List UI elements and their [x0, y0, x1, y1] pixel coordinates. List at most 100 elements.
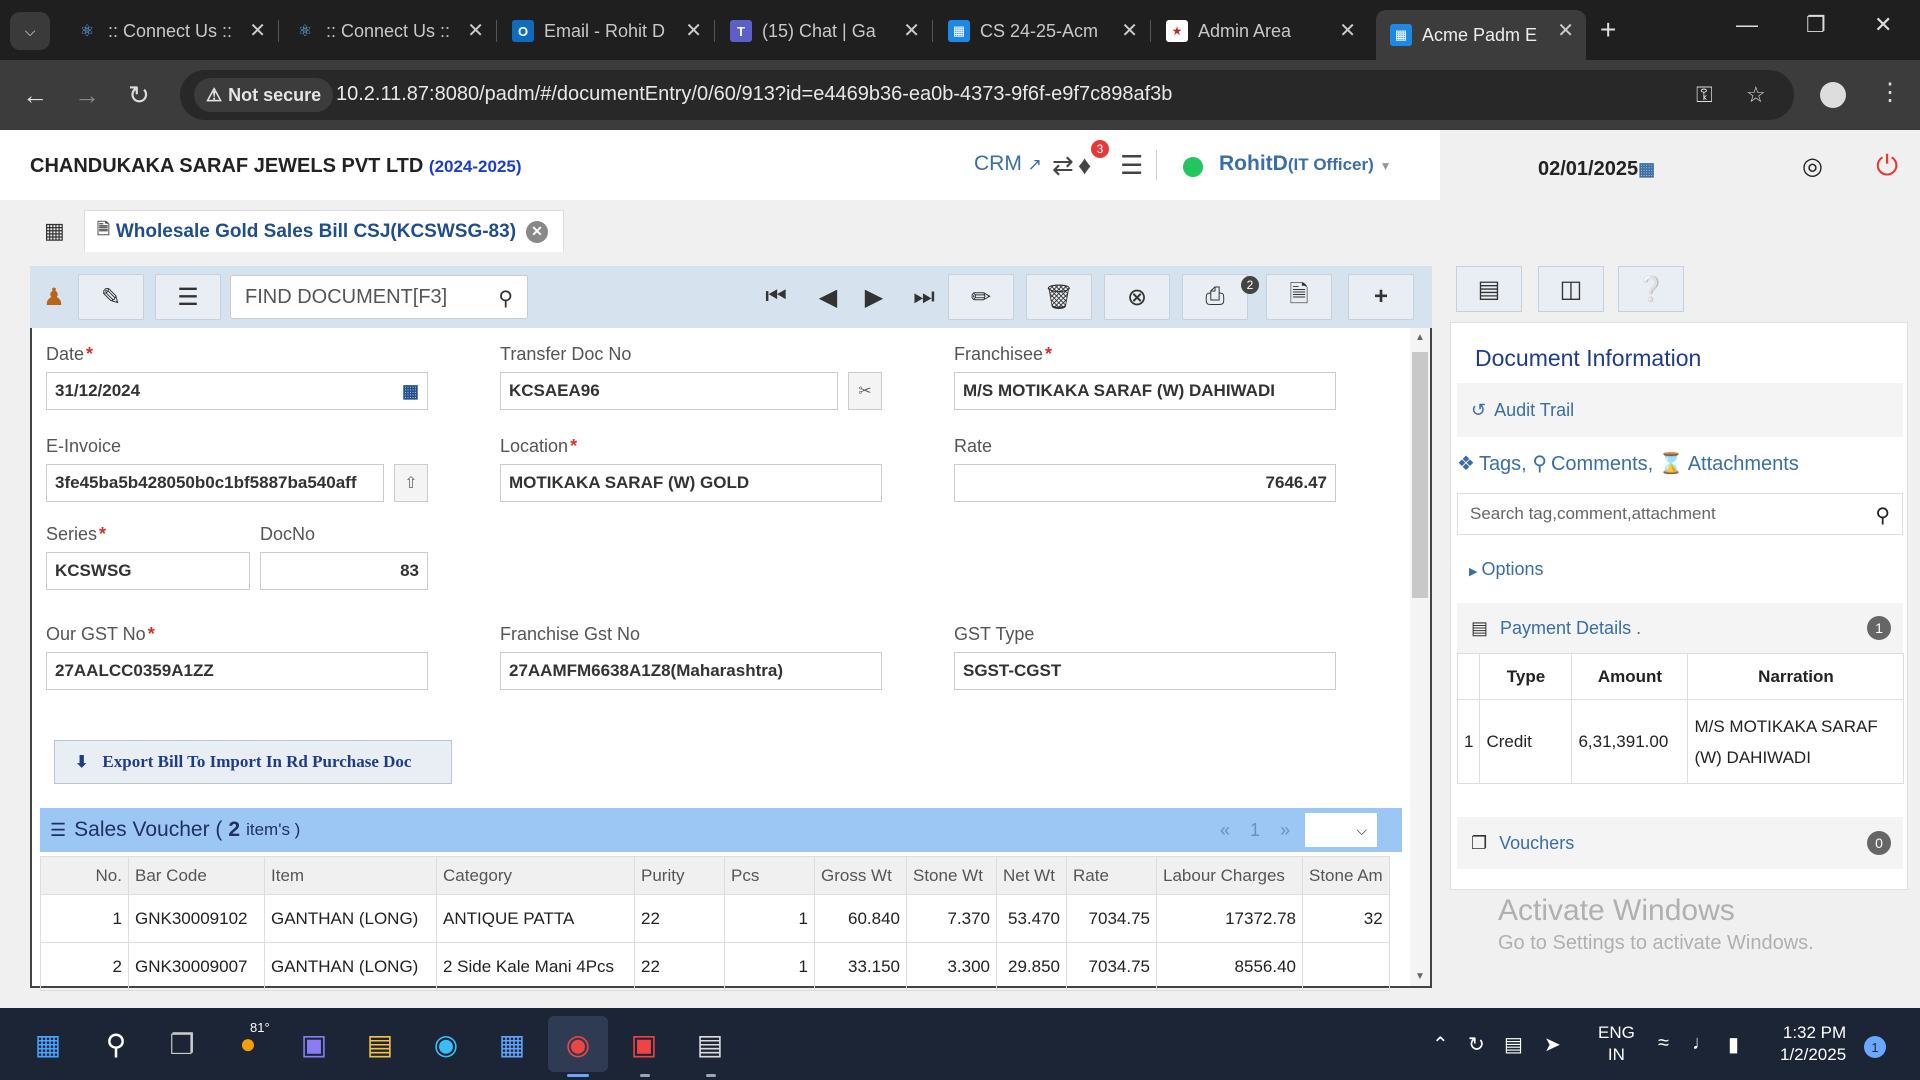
tab-search-button[interactable]: ⌵ — [10, 12, 50, 50]
gst-field[interactable]: 27AALCC0359A1ZZ — [46, 652, 428, 690]
new-tab-plus-icon[interactable]: + — [1600, 14, 1616, 46]
store-icon[interactable]: ▦ — [492, 1024, 532, 1064]
notification-center-badge[interactable]: 1 — [1864, 1036, 1886, 1058]
browser-tab-active[interactable]: ▦ Acme Padm E ✕ — [1376, 10, 1586, 60]
current-date[interactable]: 02/01/2025▦ — [1538, 158, 1655, 181]
column-header[interactable]: Gross Wt — [814, 856, 907, 895]
browser-tab-6[interactable]: ★ Admin Area ✕ — [1152, 10, 1368, 52]
column-header[interactable]: Rate — [1066, 856, 1157, 895]
close-icon[interactable]: ✕ — [1339, 18, 1356, 43]
last-record-button[interactable]: ⏭ — [902, 274, 946, 320]
next-record-button[interactable]: ▶ — [852, 274, 896, 320]
users-icon[interactable]: ♟ — [32, 274, 76, 320]
windows-start-icon[interactable]: ▦ — [28, 1024, 68, 1064]
column-header[interactable]: Net Wt — [996, 856, 1067, 895]
prev-page-icon[interactable]: « — [1220, 820, 1230, 840]
back-arrow-icon[interactable]: ← — [22, 80, 48, 111]
omnibox[interactable]: ⚠ Not secure 10.2.11.87:8080/padm/#/docu… — [180, 70, 1794, 120]
payment-row[interactable]: 1 Credit 6,31,391.00 M/S MOTIKAKA SARAF … — [1456, 699, 1905, 784]
attachments-link[interactable]: ⌛ Attachments — [1659, 453, 1799, 475]
page-number[interactable]: 1 — [1250, 820, 1260, 840]
chat-icon[interactable]: ▣ — [294, 1024, 334, 1064]
close-window-icon[interactable]: ✕ — [1874, 12, 1892, 38]
rate-field[interactable]: 7646.47 — [954, 464, 1336, 502]
column-header[interactable]: Bar Code — [128, 856, 265, 895]
eye-slash-icon[interactable]: ◎ — [1802, 152, 1823, 181]
search-icon[interactable]: ⚲ — [1875, 503, 1890, 528]
server-icon[interactable]: ☰ — [1120, 150, 1143, 181]
chrome-icon[interactable]: ◉ — [548, 1016, 608, 1072]
power-icon[interactable]: ⏻ — [1876, 150, 1898, 183]
profile-avatar-icon[interactable] — [1820, 82, 1846, 108]
options-toggle[interactable]: ▶ Options — [1469, 559, 1544, 580]
franchise-gst-field[interactable]: 27AAMFM6638A1Z8(Maharashtra) — [500, 652, 882, 690]
task-view-icon[interactable]: ❐ — [162, 1024, 202, 1064]
restore-icon[interactable]: ❐ — [1806, 12, 1826, 38]
column-header[interactable]: Category — [436, 856, 635, 895]
report-button[interactable]: 🗎 — [1266, 274, 1332, 320]
payment-details-header[interactable]: ▤ Payment Details . — [1457, 603, 1903, 653]
more-options-icon[interactable]: ⋮ — [1878, 78, 1902, 107]
browser-tab-2[interactable]: ⚛ :: Connect Us :: ✕ — [280, 10, 497, 52]
table-row[interactable]: 2 GNK30009007 GANTHAN (LONG) 2 Side Kale… — [40, 942, 1390, 991]
user-menu[interactable]: RohitD(IT Officer) ▼ — [1219, 152, 1392, 176]
browser-tab-4[interactable]: T (15) Chat | Ga ✕ — [716, 10, 933, 52]
delete-button[interactable]: 🗑 — [1026, 274, 1092, 320]
column-header[interactable]: Stone Wt — [906, 856, 997, 895]
reload-icon[interactable]: ↻ — [128, 80, 150, 111]
next-page-icon[interactable]: » — [1280, 820, 1290, 840]
remote-app-icon[interactable]: ▤ — [690, 1024, 730, 1064]
close-icon[interactable]: ✕ — [685, 18, 702, 43]
language-indicator[interactable]: ENG IN — [1598, 1022, 1635, 1066]
audit-trail-link[interactable]: ↺ Audit Trail — [1457, 383, 1903, 437]
close-icon[interactable]: ✕ — [903, 18, 920, 43]
table-row[interactable]: 1 GNK30009102 GANTHAN (LONG) ANTIQUE PAT… — [40, 894, 1390, 943]
close-icon[interactable]: ✕ — [467, 18, 484, 43]
url-text[interactable]: 10.2.11.87:8080/padm/#/documentEntry/0/6… — [336, 83, 1172, 106]
book-button[interactable]: ◫ — [1538, 266, 1604, 312]
browser-tab-1[interactable]: ⚛ :: Connect Us :: ✕ — [62, 10, 279, 52]
close-icon[interactable]: ✕ — [249, 18, 266, 43]
battery-icon[interactable]: ▮ — [1728, 1032, 1739, 1057]
edit-button[interactable]: ✏ — [948, 274, 1014, 320]
close-tab-icon[interactable]: ✕ — [526, 220, 549, 243]
help-button[interactable]: ❔ — [1618, 266, 1684, 312]
comments-link[interactable]: ⚲ Comments, — [1532, 453, 1653, 475]
gst-type-field[interactable]: SGST-CGST — [954, 652, 1336, 690]
system-clock[interactable]: 1:32 PM 1/2/2025 — [1780, 1022, 1846, 1066]
export-bill-button[interactable]: ⬇ Export Bill To Import In Rd Purchase D… — [54, 740, 452, 784]
wifi-icon[interactable]: ≈ — [1658, 1032, 1669, 1055]
browser-tab-5[interactable]: ▦ CS 24-25-Acm ✕ — [934, 10, 1151, 52]
einvoice-upload-button[interactable]: ⇧ — [394, 464, 428, 502]
vouchers-header[interactable]: ❐ Vouchers — [1457, 817, 1903, 869]
edit-form-button[interactable]: ✎ — [78, 274, 144, 320]
key-icon[interactable]: ⚿ — [1696, 82, 1713, 108]
scrollbar-thumb[interactable] — [1412, 352, 1428, 598]
forward-arrow-icon[interactable]: → — [74, 80, 100, 111]
list-view-button[interactable]: ☰ — [155, 274, 221, 320]
location-field[interactable]: MOTIKAKA SARAF (W) GOLD — [500, 464, 882, 502]
tag-search-input[interactable] — [1458, 494, 1858, 534]
browser-tab-3[interactable]: O Email - Rohit D ✕ — [498, 10, 715, 52]
info-panel-button[interactable]: ▤ — [1456, 266, 1522, 312]
einvoice-field[interactable]: 3fe45ba5b428050b0c1bf5887ba540aff — [46, 464, 384, 502]
print-button[interactable]: ⎙ — [1182, 274, 1248, 320]
column-header[interactable]: Pcs — [724, 856, 815, 895]
crm-link[interactable]: CRM ↗ — [974, 152, 1042, 176]
send-icon[interactable]: ➤ — [1544, 1032, 1561, 1057]
transfer-doc-field[interactable]: KCSAEA96 — [500, 372, 838, 410]
search-icon[interactable]: ⚲ — [498, 286, 513, 311]
add-new-button[interactable]: + — [1348, 274, 1414, 320]
vertical-scrollbar[interactable]: ▲ ▼ — [1410, 328, 1430, 986]
not-secure-chip[interactable]: ⚠ Not secure — [194, 78, 334, 112]
sync-status-icon[interactable]: ↻ — [1468, 1032, 1485, 1057]
document-tab[interactable]: 🗎 Wholesale Gold Sales Bill CSJ(KCSWSG-8… — [84, 210, 564, 252]
tally-icon[interactable]: ▤ — [1504, 1032, 1523, 1057]
series-field[interactable]: KCSWSG — [46, 552, 250, 590]
search-icon[interactable]: ⚲ — [96, 1024, 136, 1064]
page-size-select[interactable]: ⌵ — [1304, 812, 1378, 848]
transfer-lookup-button[interactable]: ✂ — [848, 372, 882, 410]
scroll-down-icon[interactable]: ▼ — [1415, 971, 1425, 982]
close-icon[interactable]: ✕ — [1121, 18, 1138, 43]
calendar-icon[interactable]: ▦ — [402, 381, 419, 402]
